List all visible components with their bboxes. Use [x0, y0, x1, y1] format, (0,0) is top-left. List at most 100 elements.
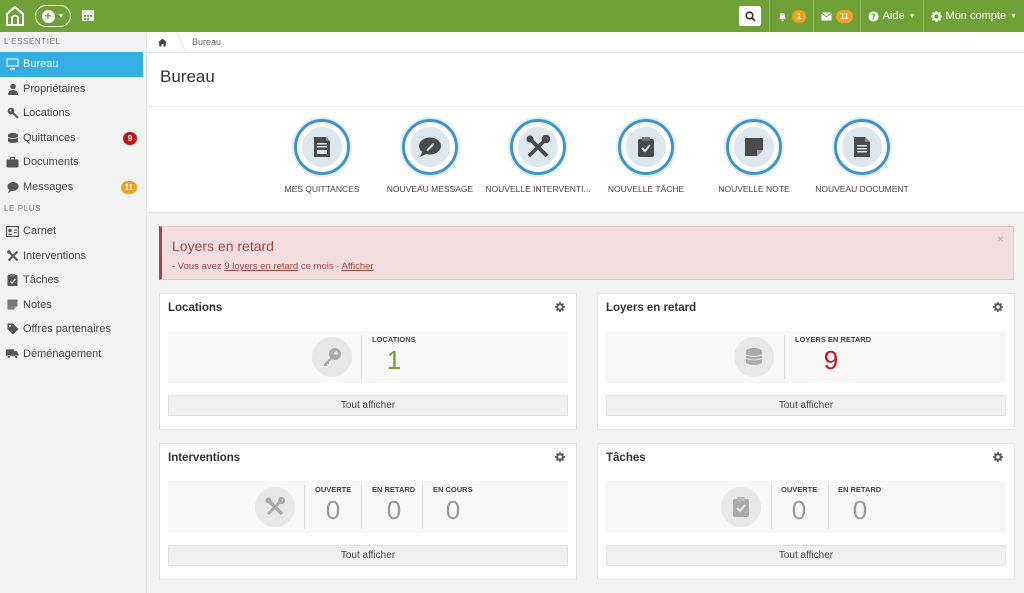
coins-icon: [734, 337, 774, 377]
truck-icon: [6, 347, 19, 360]
gear-icon[interactable]: [555, 302, 565, 315]
top-bar: + ▼ 1 11 ? Aide ▼ Mon compte ▼: [0, 0, 1024, 32]
show-all-interventions-button[interactable]: Tout afficher: [168, 545, 568, 566]
stat-divider: [771, 485, 772, 529]
help-menu[interactable]: ? Aide ▼: [859, 0, 923, 32]
contact-card-icon: [6, 225, 19, 238]
tools-icon: [6, 249, 19, 262]
show-all-taches-button[interactable]: Tout afficher: [606, 545, 1006, 566]
gear-icon: [930, 10, 942, 22]
alert-count-link[interactable]: 9 loyers en retard: [224, 261, 298, 272]
sidebar-item-taches[interactable]: Tâches: [0, 268, 146, 293]
chat-icon: [410, 127, 450, 167]
envelope-icon: [821, 11, 832, 20]
gear-icon[interactable]: [993, 302, 1003, 315]
gear-icon[interactable]: [555, 452, 565, 465]
home-icon[interactable]: [158, 38, 167, 47]
panel-title: Loyers en retard: [606, 301, 697, 314]
sidebar-item-notes[interactable]: Notes: [0, 293, 146, 318]
sidebar-item-label: Messages: [23, 180, 74, 193]
shortcut-label: NOUVEAU DOCUMENT: [815, 184, 909, 194]
checklist-icon: [626, 127, 666, 167]
home-logo-icon[interactable]: [4, 5, 26, 27]
search-button[interactable]: [739, 6, 762, 26]
close-icon[interactable]: ×: [997, 232, 1004, 246]
sidebar-item-carnet[interactable]: Carnet: [0, 219, 146, 244]
sidebar-item-proprietaires[interactable]: Propriétaires: [0, 77, 146, 102]
shortcut-label: NOUVELLE INTERVENTI...: [485, 184, 591, 194]
panel-taches: Tâches OUVERTE 0 EN RETARD 0 Tout affich…: [597, 443, 1015, 580]
receipt-icon: [302, 127, 342, 167]
sidebar-item-messages[interactable]: Messages 11: [0, 175, 146, 200]
account-menu[interactable]: Mon compte ▼: [922, 0, 1024, 32]
calendar-icon[interactable]: [81, 8, 95, 25]
shortcuts-bar: MES QUITTANCES NOUVEAU MESSAGE NOUVELLE …: [267, 119, 909, 209]
sidebar-section-essentiel: L'ESSENTIEL: [4, 37, 61, 46]
sidebar-item-label: Carnet: [23, 225, 57, 238]
stat-divider: [361, 485, 362, 529]
sidebar-item-offres-partenaires[interactable]: Offres partenaires: [0, 317, 146, 342]
shortcut-label: NOUVELLE NOTE: [718, 184, 790, 194]
sidebar-item-bureau[interactable]: Bureau: [0, 52, 143, 77]
alert-suffix: ce mois -: [298, 261, 342, 272]
question-icon: ?: [868, 11, 879, 21]
sidebar-item-interventions[interactable]: Interventions: [0, 244, 146, 269]
panel-title: Tâches: [606, 451, 646, 464]
notifications-badge: 1: [792, 9, 807, 23]
shortcut-nouveau-document[interactable]: NOUVEAU DOCUMENT: [807, 119, 917, 194]
messages-button[interactable]: 11: [813, 0, 859, 32]
stat-label: LOCATIONS: [372, 335, 416, 344]
notifications-button[interactable]: 1: [769, 0, 813, 32]
shortcut-mes-quittances[interactable]: MES QUITTANCES: [267, 119, 377, 194]
messages-badge: 11: [836, 9, 853, 23]
panel-body: OUVERTE 0 EN RETARD 0 EN COURS 0: [168, 481, 568, 533]
sidebar-item-label: Déménagement: [23, 347, 102, 360]
tools-icon: [255, 487, 295, 527]
svg-text:?: ?: [871, 12, 876, 21]
stat-divider: [828, 485, 829, 529]
shortcut-nouvelle-tache[interactable]: NOUVELLE TÂCHE: [591, 119, 701, 194]
sidebar-item-label: Tâches: [23, 274, 60, 287]
show-all-loyers-button[interactable]: Tout afficher: [606, 395, 1006, 416]
shortcut-nouvelle-intervention[interactable]: NOUVELLE INTERVENTI...: [483, 119, 593, 194]
stat-en-retard: EN RETARD 0: [372, 485, 416, 525]
note-icon: [6, 298, 19, 311]
checklist-icon: [6, 274, 19, 287]
caret-down-icon: ▼: [1010, 12, 1017, 20]
sidebar-section-plus: LE PLUS: [4, 204, 42, 213]
stat-label: EN COURS: [433, 485, 473, 494]
shortcut-circle: [726, 119, 782, 175]
bell-icon: [779, 12, 787, 21]
alert-prefix: - Vous avez: [172, 261, 225, 272]
stat-value: 0: [445, 495, 461, 525]
stat-value: 0: [325, 495, 341, 525]
breadcrumb-current: Bureau: [192, 37, 222, 47]
sidebar-item-label: Documents: [23, 156, 79, 169]
shortcut-nouveau-message[interactable]: NOUVEAU MESSAGE: [375, 119, 485, 194]
gear-icon[interactable]: [993, 452, 1003, 465]
alert-title: Loyers en retard: [172, 238, 274, 254]
add-menu-button[interactable]: + ▼: [35, 5, 71, 27]
shortcut-label: NOUVEAU MESSAGE: [386, 184, 474, 194]
chat-icon: [6, 180, 19, 193]
show-all-locations-button[interactable]: Tout afficher: [168, 395, 568, 416]
stat-value: 9: [823, 345, 839, 375]
checklist-icon: [721, 487, 761, 527]
shortcut-nouvelle-note[interactable]: NOUVELLE NOTE: [699, 119, 809, 194]
sidebar-item-documents[interactable]: Documents: [0, 150, 146, 175]
stat-divider: [784, 335, 785, 379]
sidebar-item-demenagement[interactable]: Déménagement: [0, 342, 146, 367]
sidebar-item-quittances[interactable]: Quittances 9: [0, 126, 146, 151]
panel-title: Locations: [168, 301, 223, 314]
stat-en-cours: EN COURS 0: [433, 485, 473, 525]
alert-show-link[interactable]: Afficher: [342, 261, 374, 272]
shortcut-circle: [618, 119, 674, 175]
stat-label: OUVERTE: [315, 485, 352, 494]
sidebar-item-locations[interactable]: Locations: [0, 101, 146, 126]
main-content: Bureau Bureau MES QUITTANCES NOUVEAU MES…: [147, 31, 1024, 593]
alert-loyers-retard: Loyers en retard - Vous avez 9 loyers en…: [159, 226, 1014, 280]
caret-down-icon: ▼: [57, 12, 65, 20]
stat-divider: [304, 485, 305, 529]
sidebar-item-label: Offres partenaires: [23, 323, 111, 336]
briefcase-icon: [6, 156, 19, 169]
